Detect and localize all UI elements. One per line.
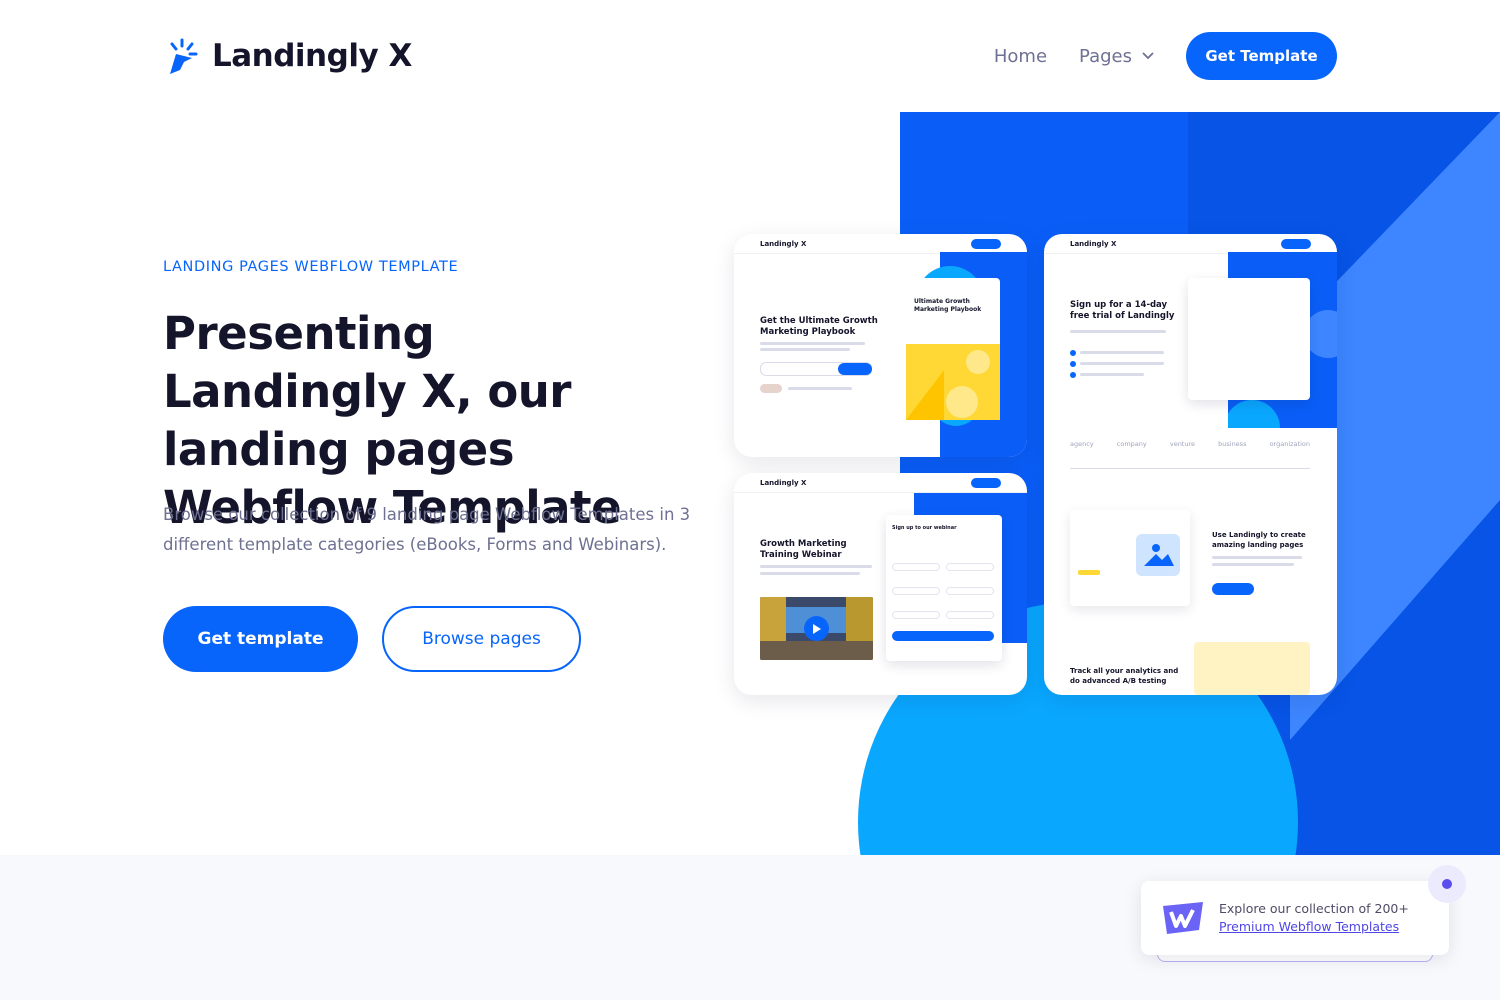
preview-text-line (760, 342, 865, 345)
trial-logo-item: business (1218, 440, 1247, 448)
form-field (892, 587, 940, 595)
webinar-video-thumbnail[interactable] (760, 597, 873, 660)
preview-text-line (760, 348, 850, 351)
ebook-cover-graphic (906, 252, 1027, 457)
play-icon (813, 623, 821, 634)
preview-divider (1070, 468, 1310, 469)
preview-nav: Landingly X (734, 234, 1027, 254)
feature-image-placeholder (1136, 534, 1180, 576)
feature-illustration (1070, 510, 1190, 606)
promo-text: Explore our collection of 200+ (1219, 901, 1409, 916)
preview-checklist-item (1070, 350, 1076, 356)
form-field (946, 587, 994, 595)
trial-logo-item: agency (1070, 440, 1094, 448)
preview-nav-button (1281, 238, 1311, 249)
preview-logo: Landingly X (760, 239, 807, 248)
webinar-preview-title: Growth Marketing Training Webinar (760, 539, 847, 560)
dot-icon (1442, 879, 1452, 889)
webinar-preview-card[interactable]: Landingly X Growth Marketing Training We… (734, 473, 1027, 695)
preview-avatars (760, 384, 782, 393)
preview-logo: Landingly X (1070, 239, 1117, 248)
form-field (892, 563, 940, 571)
trial-preview-title: Sign up for a 14-day free trial of Landi… (1070, 300, 1175, 321)
preview-nav-button (971, 238, 1001, 249)
preview-text-line (1080, 362, 1164, 365)
trial-logo-item: company (1116, 440, 1147, 448)
trial-preview-card[interactable]: Landingly X Sign up for a 14-day free tr… (1044, 234, 1337, 695)
trial-logo-item: venture (1169, 440, 1196, 448)
hero-eyebrow: LANDING PAGES WEBFLOW TEMPLATE (163, 259, 459, 275)
browse-pages-button[interactable]: Browse pages (382, 606, 581, 672)
analytics-title: Track all your analytics and do advanced… (1070, 667, 1179, 685)
cursor-burst-icon (170, 38, 198, 74)
webflow-logo-icon (1163, 902, 1203, 934)
ebook-cover-title: Ultimate Growth Marketing Playbook (914, 298, 982, 313)
feature-title: Use Landingly to create amazing landing … (1212, 531, 1306, 549)
preview-text-line (1080, 373, 1144, 376)
image-icon (1144, 544, 1174, 566)
form-submit-button (892, 631, 994, 641)
preview-nav: Landingly X (734, 473, 1027, 493)
preview-text-line (1212, 556, 1302, 559)
feature-accent-bar (1078, 570, 1100, 575)
brand-name: Landingly X (212, 38, 412, 74)
form-field (946, 611, 994, 619)
get-template-button[interactable]: Get template (163, 606, 358, 672)
ebook-preview-title: Get the Ultimate Growth Marketing Playbo… (760, 316, 878, 337)
preview-download-button (838, 363, 872, 375)
preview-text-line (788, 387, 852, 390)
preview-checklist-item (1070, 361, 1076, 367)
promo-close-dot[interactable] (1428, 865, 1466, 903)
hero-subtext: Browse our collection of 9 landing page … (163, 505, 691, 554)
form-field (892, 611, 940, 619)
preview-logo: Landingly X (760, 478, 807, 487)
preview-text-line (1080, 351, 1164, 354)
nav-home-link[interactable]: Home (994, 46, 1047, 67)
main-nav: Home Pages Get Template (994, 32, 1337, 80)
trial-signup-form (1188, 278, 1310, 400)
get-template-nav-button[interactable]: Get Template (1186, 32, 1337, 80)
nav-pages-label: Pages (1079, 45, 1132, 67)
preview-text-line (760, 572, 860, 575)
preview-nav: Landingly X (1044, 234, 1337, 254)
ebook-preview-card[interactable]: Landingly X Get the Ultimate Growth Mark… (734, 234, 1027, 457)
preview-text-line (1070, 330, 1166, 333)
play-button-icon[interactable] (804, 616, 829, 641)
nav-pages-dropdown[interactable]: Pages (1079, 46, 1154, 67)
premium-templates-link[interactable]: Premium Webflow Templates (1219, 919, 1399, 934)
analytics-illustration (1194, 642, 1310, 695)
feature-cta-button (1212, 583, 1254, 595)
preview-text-line (760, 565, 872, 568)
preview-text-line (1212, 563, 1294, 566)
webinar-signup-form: Sign up to our webinar (886, 515, 1002, 661)
promo-text-block: Explore our collection of 200+ Premium W… (1219, 900, 1409, 936)
premium-templates-promo[interactable]: Explore our collection of 200+ Premium W… (1141, 881, 1449, 955)
trial-logo-row: agency company venture business organiza… (1070, 440, 1310, 448)
form-field (946, 563, 994, 571)
brand-logo[interactable]: Landingly X (166, 36, 412, 76)
trial-logo-item: organization (1269, 440, 1310, 448)
webinar-form-title: Sign up to our webinar (892, 525, 957, 531)
preview-checklist-item (1070, 372, 1076, 378)
chevron-down-icon (1142, 52, 1154, 60)
preview-nav-button (971, 477, 1001, 488)
